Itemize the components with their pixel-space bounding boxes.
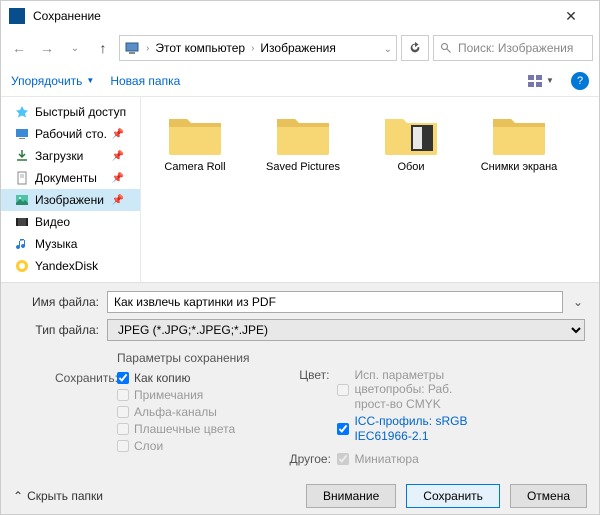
chevron-down-icon[interactable]: ⌄ (571, 295, 585, 309)
icc-checkbox[interactable]: ICC-профиль: sRGB IEC61966-2.1 (337, 414, 487, 443)
params-header: Параметры сохранения (117, 351, 249, 365)
color-label: Цвет: (289, 368, 329, 443)
sidebar-item-music[interactable]: Музыка (1, 233, 140, 255)
save-button[interactable]: Сохранить (406, 484, 500, 508)
other-label: Другое: (289, 452, 329, 466)
back-button[interactable] (7, 36, 31, 60)
folder-item[interactable]: Saved Pictures (263, 111, 343, 174)
breadcrumb-root[interactable]: Этот компьютер (155, 41, 245, 55)
warning-button[interactable]: Внимание (306, 484, 396, 508)
proof-checkbox: Исп. параметры цветопробы: Раб. прост-во… (337, 368, 487, 411)
folder-item[interactable]: Снимки экрана (479, 111, 559, 174)
sidebar-item-yandex[interactable]: YandexDisk (1, 255, 140, 277)
sidebar-item-video[interactable]: Видео (1, 211, 140, 233)
folder-open-icon (383, 111, 439, 157)
window-title: Сохранение (33, 9, 551, 23)
sidebar-item-downloads[interactable]: Загрузки📌 (1, 145, 140, 167)
documents-icon (15, 171, 29, 185)
refresh-button[interactable] (401, 35, 429, 61)
folder-icon (275, 111, 331, 157)
history-dropdown[interactable] (63, 36, 87, 60)
sidebar-item-desktop[interactable]: Рабочий сто.📌 (1, 123, 140, 145)
yandex-icon (15, 259, 29, 273)
new-folder-button[interactable]: Новая папка (110, 74, 180, 88)
folder-icon (167, 111, 223, 157)
google-drive-icon (15, 281, 29, 282)
spot-checkbox: Плашечные цвета (117, 422, 235, 436)
organize-button[interactable]: Упорядочить ▼ (11, 74, 94, 88)
filetype-select[interactable]: JPEG (*.JPG;*.JPEG;*.JPE) (107, 319, 585, 341)
app-icon (9, 8, 25, 24)
hide-folders-button[interactable]: ⌃ Скрыть папки (13, 489, 103, 503)
thumbnail-checkbox: Миниатюра (337, 452, 418, 466)
search-icon (440, 42, 452, 54)
chevron-down-icon[interactable] (384, 41, 392, 55)
music-icon (15, 237, 29, 251)
file-list[interactable]: Camera Roll Saved Pictures Обои Снимки э… (141, 97, 599, 282)
sidebar-item-google[interactable]: Google Диск (1, 277, 140, 282)
folder-item[interactable]: Обои (371, 111, 451, 174)
sidebar-item-pictures[interactable]: Изображени📌 (1, 189, 140, 211)
help-button[interactable]: ? (571, 72, 589, 90)
breadcrumb[interactable]: › Этот компьютер › Изображения (119, 35, 397, 61)
filename-label: Имя файла: (15, 295, 99, 309)
forward-button (35, 36, 59, 60)
close-button[interactable]: ✕ (551, 8, 591, 25)
chevron-right-icon: › (251, 43, 254, 54)
filename-input[interactable] (107, 291, 563, 313)
star-icon (15, 105, 29, 119)
sidebar-item-documents[interactable]: Документы📌 (1, 167, 140, 189)
view-mode-button[interactable]: ▼ (527, 70, 555, 92)
folder-icon (491, 111, 547, 157)
as-copy-checkbox[interactable]: Как копию (117, 371, 235, 385)
search-placeholder: Поиск: Изображения (458, 41, 573, 55)
sidebar: Быстрый доступ Рабочий сто.📌 Загрузки📌 Д… (1, 97, 141, 282)
layers-checkbox: Слои (117, 439, 235, 453)
up-button[interactable] (91, 36, 115, 60)
downloads-icon (15, 149, 29, 163)
folder-item[interactable]: Camera Roll (155, 111, 235, 174)
filetype-label: Тип файла: (15, 323, 99, 337)
pictures-icon (15, 193, 29, 207)
desktop-icon (15, 127, 29, 141)
search-input[interactable]: Поиск: Изображения (433, 35, 593, 61)
cancel-button[interactable]: Отмена (510, 484, 587, 508)
chevron-right-icon: › (146, 43, 149, 54)
breadcrumb-current[interactable]: Изображения (260, 41, 335, 55)
pc-icon (124, 40, 140, 56)
save-as-label: Сохранить: (55, 371, 109, 453)
notes-checkbox: Примечания (117, 388, 235, 402)
alpha-checkbox: Альфа-каналы (117, 405, 235, 419)
sidebar-item-quickaccess[interactable]: Быстрый доступ (1, 101, 140, 123)
video-icon (15, 215, 29, 229)
chevron-up-icon: ⌃ (13, 489, 23, 503)
